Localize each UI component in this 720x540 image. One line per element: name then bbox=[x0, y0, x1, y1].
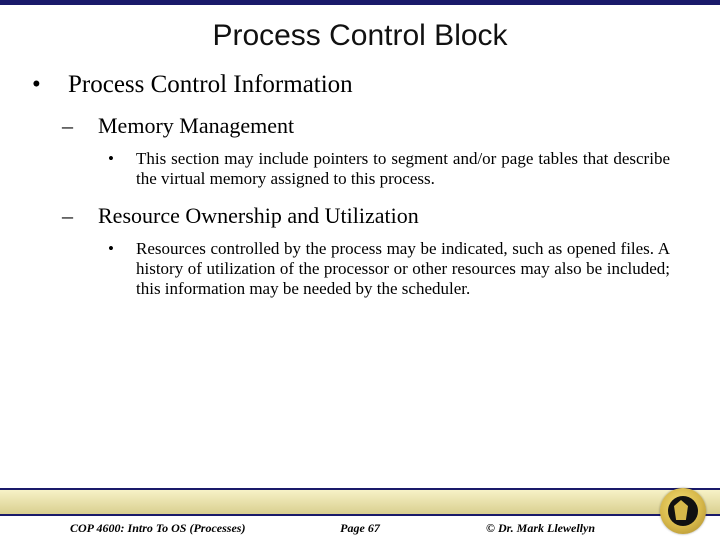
dash-icon: – bbox=[80, 203, 98, 229]
slide-body: •Process Control Information –Memory Man… bbox=[0, 71, 720, 540]
slide-title: Process Control Block bbox=[0, 19, 720, 53]
bullet-level1: •Process Control Information bbox=[50, 71, 680, 99]
level3-text: This section may include pointers to seg… bbox=[136, 149, 670, 188]
ucf-logo-icon bbox=[660, 488, 706, 534]
bullet-level3: •This section may include pointers to se… bbox=[122, 149, 670, 189]
dash-icon: – bbox=[80, 113, 98, 139]
bullet-level2: –Resource Ownership and Utilization bbox=[80, 203, 680, 229]
footer-copyright: © Dr. Mark Llewellyn bbox=[486, 521, 595, 536]
bullet-level2: –Memory Management bbox=[80, 113, 680, 139]
level3-text: Resources controlled by the process may … bbox=[136, 239, 670, 298]
level2-heading: Resource Ownership and Utilization bbox=[98, 203, 419, 228]
level1-text: Process Control Information bbox=[68, 71, 353, 98]
footer: COP 4600: Intro To OS (Processes) Page 6… bbox=[0, 488, 720, 540]
footer-band bbox=[0, 488, 720, 516]
bullet-dot-icon: • bbox=[50, 71, 68, 99]
footer-text: COP 4600: Intro To OS (Processes) Page 6… bbox=[0, 518, 720, 538]
bullet-level3: •Resources controlled by the process may… bbox=[122, 239, 670, 299]
slide: Process Control Block •Process Control I… bbox=[0, 5, 720, 540]
bullet-dot-icon: • bbox=[122, 239, 136, 259]
footer-course: COP 4600: Intro To OS (Processes) bbox=[70, 521, 245, 536]
bullet-dot-icon: • bbox=[122, 149, 136, 169]
level2-heading: Memory Management bbox=[98, 113, 294, 138]
